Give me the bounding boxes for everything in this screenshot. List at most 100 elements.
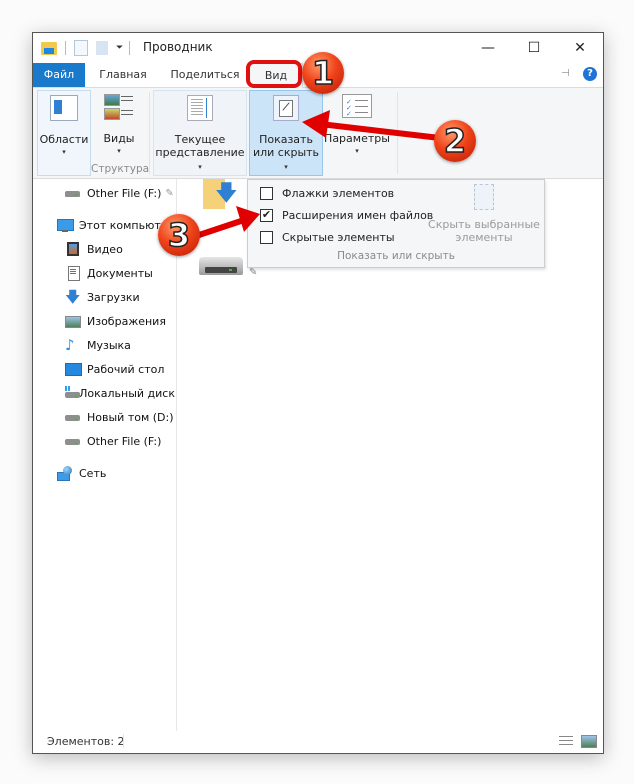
help-icon[interactable]: ? bbox=[583, 67, 597, 81]
system-drive-icon bbox=[65, 386, 80, 400]
pin-icon: ✎ bbox=[165, 187, 174, 199]
current-view-label-1: Текущее bbox=[174, 133, 226, 146]
nav-item-downloads[interactable]: 🡇 Загрузки bbox=[65, 287, 140, 307]
check-icon: ✔ bbox=[261, 207, 272, 221]
current-view-icon bbox=[187, 95, 213, 121]
pin-icon: ✎ bbox=[249, 267, 258, 278]
hidden-items-option[interactable]: Скрытые элементы bbox=[260, 228, 395, 246]
close-button[interactable]: ✕ bbox=[557, 33, 603, 63]
divider bbox=[129, 41, 131, 55]
panes-label: Области bbox=[39, 133, 89, 146]
show-hide-dropdown: Флажки элементов ✔ Расширения имен файло… bbox=[247, 179, 545, 268]
nav-item-pictures[interactable]: Изображения bbox=[65, 311, 166, 331]
file-extensions-option[interactable]: ✔ Расширения имен файлов bbox=[260, 206, 433, 224]
hide-selected-icon bbox=[474, 184, 494, 210]
ribbon-panel: Области ▾ Виды ▾ Структура Текущее предс… bbox=[33, 88, 603, 179]
desktop-icon bbox=[65, 362, 82, 376]
current-view-button[interactable]: Текущее представление ▾ bbox=[153, 90, 247, 176]
caret-icon: ▾ bbox=[355, 147, 359, 155]
properties-icon[interactable] bbox=[74, 40, 88, 56]
nav-label: Сеть bbox=[79, 466, 107, 480]
nav-item-documents[interactable]: Документы bbox=[65, 263, 153, 283]
nav-label: Видео bbox=[87, 242, 123, 256]
hide-selected-label-1: Скрыть выбранные bbox=[428, 218, 540, 231]
nav-label: Локальный диск bbox=[79, 386, 175, 400]
nav-label: Рабочий стол bbox=[87, 362, 165, 376]
status-bar: Элементов: 2 bbox=[33, 731, 603, 753]
details-view-icon[interactable] bbox=[559, 736, 573, 747]
caret-icon: ▾ bbox=[117, 147, 121, 155]
show-hide-label-1: Показать bbox=[259, 133, 313, 146]
tab-home[interactable]: Главная bbox=[91, 63, 155, 87]
option-label: Флажки элементов bbox=[282, 186, 395, 200]
layouts-icon bbox=[104, 94, 134, 122]
option-label: Расширения имен файлов bbox=[282, 208, 434, 222]
nav-item-network[interactable]: Сеть bbox=[57, 463, 106, 483]
explorer-window: ⏷ Проводник — ☐ ✕ Файл Главная Поделитьс… bbox=[32, 32, 604, 754]
options-button[interactable]: ✓ ✓ ✓ Параметры ▾ bbox=[323, 90, 391, 174]
nav-label: Other File (F:) bbox=[87, 434, 162, 448]
window-title: Проводник bbox=[143, 40, 213, 54]
item-checkboxes-option[interactable]: Флажки элементов bbox=[260, 184, 394, 202]
nav-label: Загрузки bbox=[87, 290, 140, 304]
layouts-button[interactable]: Виды ▾ bbox=[95, 90, 143, 174]
checkbox-checked[interactable]: ✔ bbox=[260, 207, 273, 222]
large-icons-view-icon[interactable] bbox=[581, 735, 597, 748]
nav-item-this-pc[interactable]: Этот компьютер bbox=[57, 215, 175, 235]
divider bbox=[123, 734, 124, 748]
navigation-pane: Other File (F:) ✎ Этот компьютер Видео Д… bbox=[33, 179, 177, 731]
show-hide-label-2: или скрыть bbox=[252, 146, 320, 159]
documents-icon bbox=[65, 266, 81, 281]
nav-item-local-disk[interactable]: Локальный диск bbox=[65, 383, 175, 403]
pin-ribbon-icon[interactable]: ⊣ bbox=[561, 68, 570, 79]
drive-icon bbox=[65, 410, 81, 424]
nav-label: Новый том (D:) bbox=[87, 410, 174, 424]
download-arrow-icon: 🡇 bbox=[215, 181, 238, 206]
folder-icon bbox=[41, 41, 57, 55]
tab-file[interactable]: Файл bbox=[33, 63, 85, 87]
nav-label: Изображения bbox=[87, 314, 166, 328]
pictures-icon bbox=[65, 314, 81, 328]
network-icon bbox=[57, 466, 73, 481]
nav-label: Документы bbox=[87, 266, 153, 280]
downloads-folder-item[interactable]: 🡇 bbox=[203, 179, 239, 213]
show-hide-icon bbox=[273, 95, 299, 121]
divider bbox=[65, 41, 66, 55]
tab-share[interactable]: Поделиться bbox=[165, 63, 245, 87]
layouts-label: Виды bbox=[103, 132, 135, 145]
hide-selected-label-2: элементы bbox=[455, 231, 513, 244]
checkbox[interactable] bbox=[260, 186, 273, 200]
show-hide-button[interactable]: Показать или скрыть ▾ bbox=[249, 90, 323, 176]
divider bbox=[149, 92, 150, 174]
computer-icon bbox=[57, 218, 74, 232]
ribbon-tabs: Файл Главная Поделиться Вид ⊣ ? bbox=[33, 63, 603, 88]
video-icon bbox=[65, 242, 81, 256]
tab-view[interactable]: Вид bbox=[249, 63, 303, 88]
caret-icon: ▾ bbox=[284, 163, 288, 171]
nav-label: Этот компьютер bbox=[79, 218, 175, 232]
maximize-button[interactable]: ☐ bbox=[511, 33, 557, 63]
download-arrow-icon: 🡇 bbox=[65, 288, 81, 306]
panes-button[interactable]: Области ▾ bbox=[37, 90, 91, 176]
group-label-show-hide: Показать или скрыть bbox=[337, 250, 455, 262]
title-bar: ⏷ Проводник — ☐ ✕ bbox=[33, 33, 603, 63]
quick-access-toolbar: ⏷ bbox=[41, 39, 131, 57]
group-label-structure: Структура bbox=[91, 163, 150, 175]
options-label: Параметры bbox=[324, 132, 390, 145]
nav-item-new-volume[interactable]: Новый том (D:) bbox=[65, 407, 174, 427]
checkbox[interactable] bbox=[260, 230, 273, 244]
item-count: Элементов: 2 bbox=[47, 735, 125, 748]
drive-icon bbox=[65, 434, 81, 448]
minimize-button[interactable]: — bbox=[465, 33, 511, 63]
customize-qa-icon[interactable]: ⏷ bbox=[116, 43, 123, 53]
drive-icon bbox=[65, 186, 81, 200]
hide-selected-button[interactable]: Скрыть выбранные элементы bbox=[428, 184, 540, 244]
caret-icon: ▾ bbox=[198, 163, 202, 171]
nav-item-desktop[interactable]: Рабочий стол bbox=[65, 359, 164, 379]
nav-item-quick-other-file[interactable]: Other File (F:) ✎ bbox=[65, 183, 174, 203]
new-folder-icon[interactable] bbox=[96, 41, 108, 55]
nav-item-music[interactable]: ♪ Музыка bbox=[65, 335, 131, 355]
nav-item-videos[interactable]: Видео bbox=[65, 239, 123, 259]
nav-item-other-file[interactable]: Other File (F:) bbox=[65, 431, 161, 451]
caret-icon: ▾ bbox=[62, 148, 66, 156]
